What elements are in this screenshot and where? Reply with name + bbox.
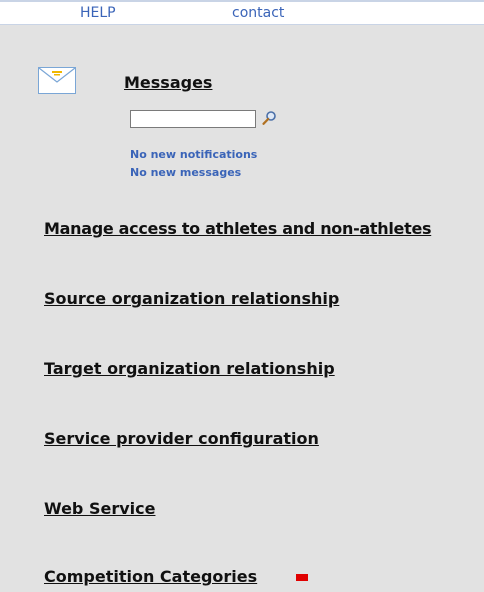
service-provider-link[interactable]: Service provider configuration	[44, 429, 319, 448]
top-bar: HELP contact	[0, 0, 484, 25]
source-organization-link[interactable]: Source organization relationship	[44, 289, 339, 308]
notifications-status[interactable]: No new notifications	[130, 148, 257, 161]
envelope-icon[interactable]	[38, 67, 76, 94]
contact-link[interactable]: contact	[232, 5, 284, 21]
red-status-marker-icon	[296, 574, 308, 581]
target-organization-link[interactable]: Target organization relationship	[44, 359, 335, 378]
manage-access-link[interactable]: Manage access to athletes and non-athlet…	[44, 219, 432, 238]
message-search-input[interactable]	[130, 110, 256, 128]
search-icon[interactable]	[261, 110, 277, 126]
help-link[interactable]: HELP	[80, 5, 116, 21]
messages-status[interactable]: No new messages	[130, 166, 241, 179]
messages-link[interactable]: Messages	[124, 73, 212, 92]
web-service-link[interactable]: Web Service	[44, 499, 155, 518]
competition-categories-link[interactable]: Competition Categories	[44, 567, 257, 586]
